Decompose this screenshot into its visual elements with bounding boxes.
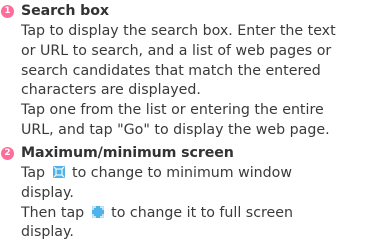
- description-line: Then tap to change it to full screen: [21, 204, 371, 224]
- description-line: display.: [21, 184, 74, 201]
- line-text: Tap: [21, 165, 50, 181]
- section-1-heading: 1 Search box: [0, 1, 109, 21]
- maximize-window-icon: [91, 205, 104, 218]
- description-line: or URL to search, and a list of web page…: [21, 42, 332, 59]
- section-2-title: Maximum/minimum screen: [21, 145, 234, 161]
- description-line: characters are displayed.: [21, 82, 201, 99]
- section-1-title: Search box: [21, 3, 109, 19]
- minimize-window-icon: [52, 166, 65, 178]
- description-line: Tap one from the list or entering the en…: [21, 102, 324, 119]
- description-line: display.: [21, 224, 74, 241]
- section-2-heading: 2 Maximum/minimum screen: [0, 143, 234, 163]
- number-badge-1: 1: [1, 4, 14, 18]
- description-line: Tap to display the search box. Enter the…: [21, 23, 336, 39]
- description-line: search candidates that match the entered: [21, 62, 321, 79]
- line-text: Then tap: [21, 204, 89, 221]
- line-text: to change to minimum window: [67, 165, 292, 181]
- section-2-description: Tap to change to minimum window display.…: [21, 164, 371, 243]
- number-badge-2: 2: [1, 146, 14, 160]
- section-1-description: Tap to display the search box. Enter the…: [21, 22, 371, 141]
- description-line: URL, and tap "Go" to display the web pag…: [21, 121, 330, 138]
- line-text: to change it to full screen: [106, 204, 293, 221]
- description-line: Tap to change to minimum window: [21, 164, 371, 184]
